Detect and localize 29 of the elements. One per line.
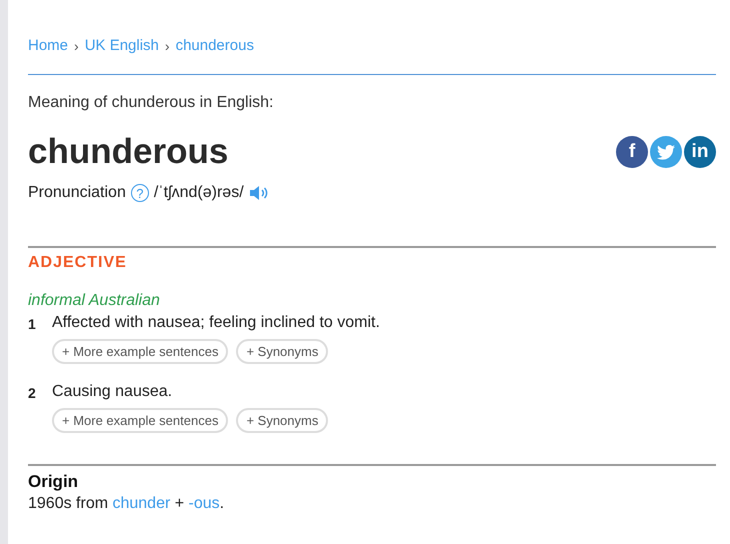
word-link[interactable]: -ous (188, 495, 220, 512)
headword: chunderous (28, 132, 228, 172)
breadcrumb-link[interactable]: chunderous (176, 37, 254, 54)
breadcrumb-separator: › (74, 38, 79, 54)
breadcrumb-link[interactable]: Home (28, 37, 68, 54)
help-button[interactable]: ? (130, 184, 149, 202)
expand-button[interactable]: + Synonyms (236, 339, 328, 364)
word-link[interactable]: chunder (112, 495, 170, 512)
ipa-transcription: /ˈtʃʌnd(ə)rəs/ (154, 184, 244, 202)
expand-button[interactable]: + More example sentences (52, 339, 228, 364)
part-of-speech: ADJECTIVE (28, 246, 716, 272)
facebook-share-button[interactable]: f (616, 136, 648, 168)
pronunciation-label: Pronunciation (28, 184, 126, 202)
expand-button[interactable]: + More example sentences (52, 408, 228, 433)
twitter-share-button[interactable] (650, 136, 682, 168)
linkedin-share-button[interactable]: in (684, 136, 716, 168)
origin-text: 1960s from chunder + -ous. (28, 495, 226, 513)
origin-title: Origin (28, 472, 80, 492)
definition: Affected with nausea; feeling inclined to vomit. (52, 314, 380, 332)
usage-label: informal Australian (28, 292, 161, 310)
sense-number: 2 (28, 384, 37, 403)
definition: Causing nausea. (52, 383, 174, 401)
sense-number: 1 (28, 315, 37, 334)
expand-button[interactable]: + Synonyms (236, 408, 328, 433)
bird-icon (657, 144, 675, 160)
breadcrumb-link[interactable]: UK English (84, 37, 159, 54)
speaker-icon[interactable] (248, 185, 269, 201)
breadcrumb-separator: › (164, 38, 170, 54)
meaning-heading: Meaning of chunderous in English: (28, 94, 274, 112)
